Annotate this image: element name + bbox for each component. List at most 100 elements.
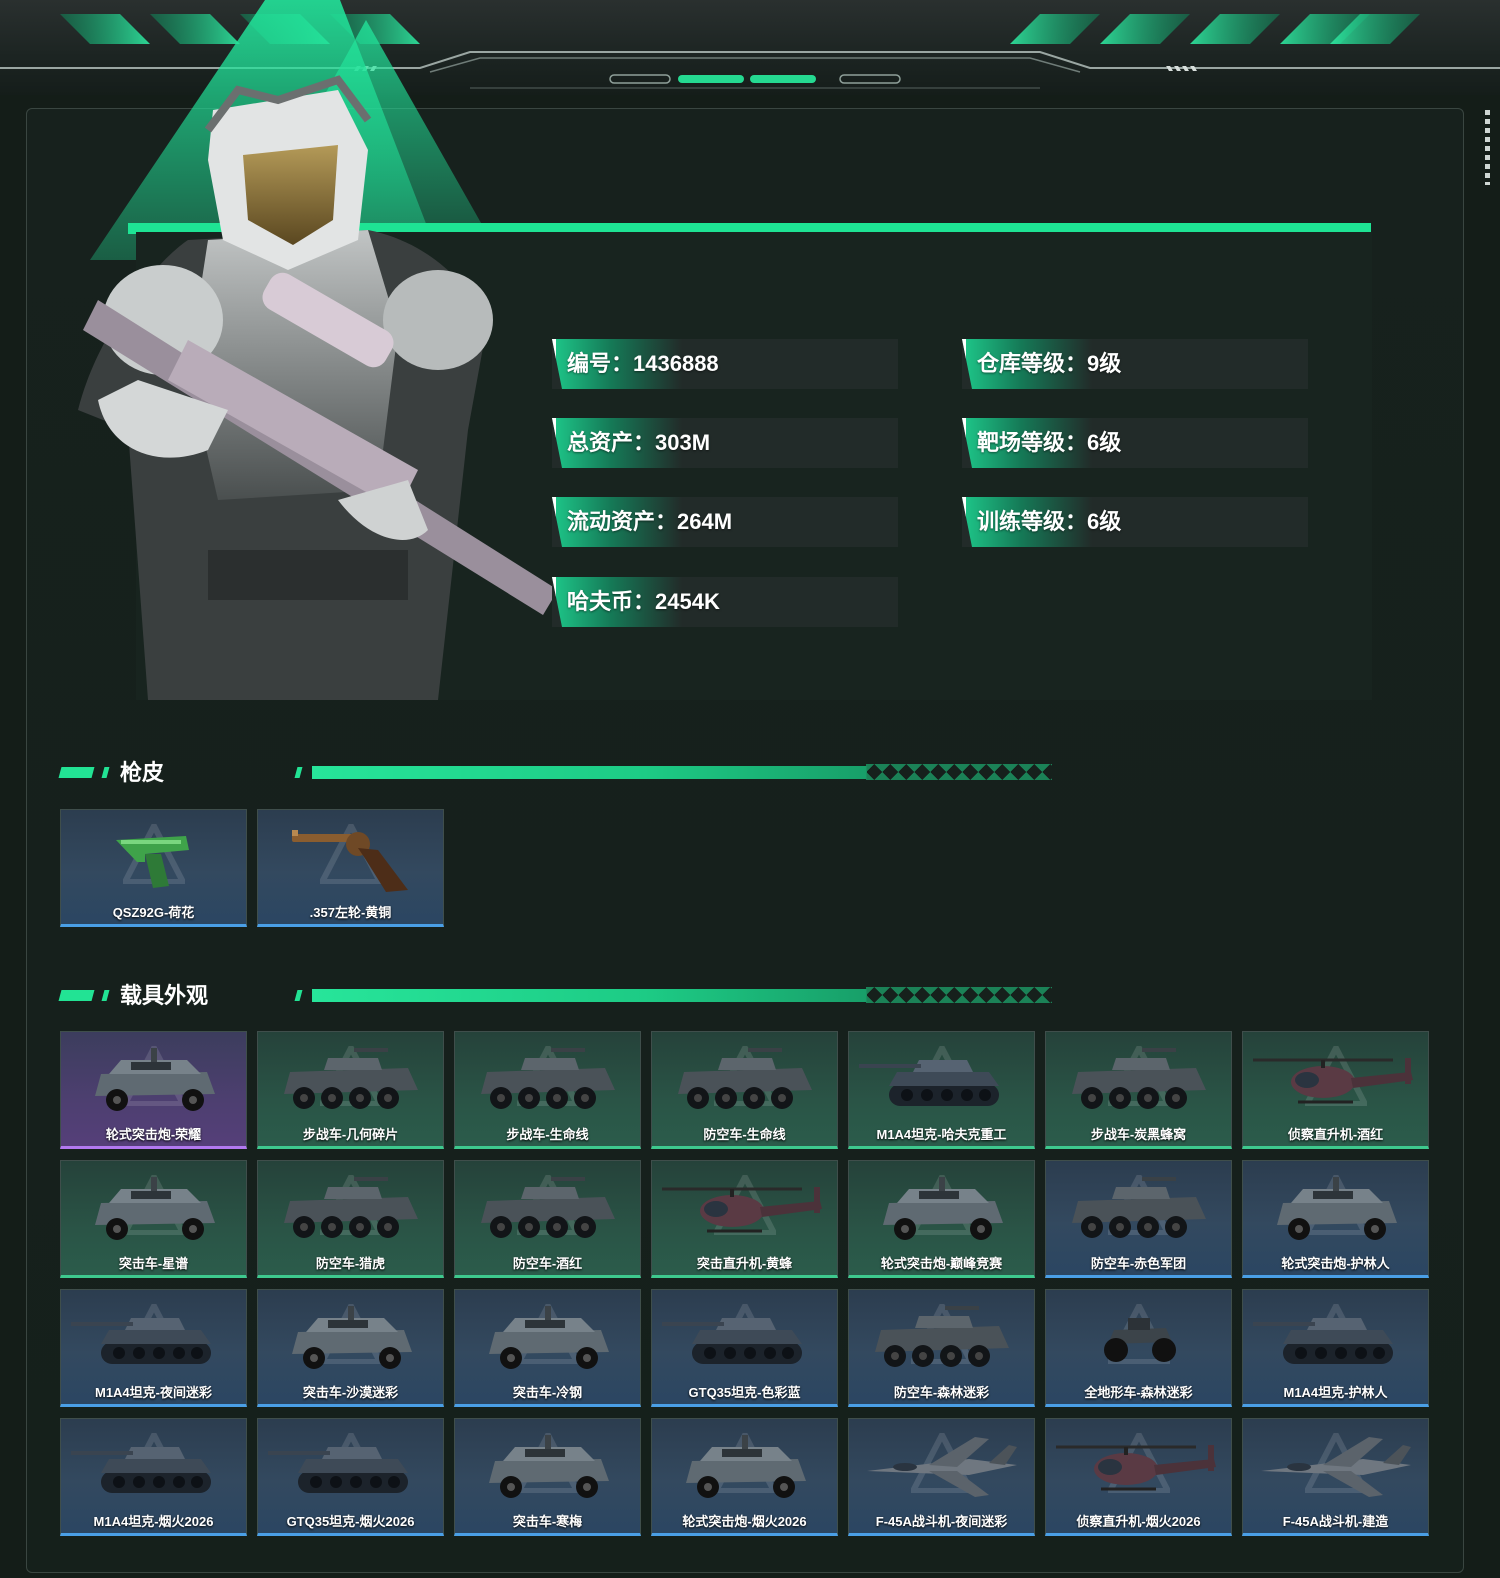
skin-card[interactable]: 防空车-猎虎: [257, 1160, 444, 1278]
header-accent: [294, 767, 303, 778]
stat-label: 流动资产：: [567, 509, 678, 534]
stat-label: 靶场等级：: [977, 430, 1088, 455]
stat-training-level: 训练等级：6级: [962, 497, 1308, 547]
skin-name: 轮式突击炮-护林人: [1281, 1256, 1390, 1271]
header-accent: [294, 990, 303, 1001]
stat-label: 总资产：: [567, 430, 656, 455]
skin-card[interactable]: 侦察直升机-烟火2026: [1045, 1418, 1232, 1536]
skin-name: M1A4坦克-夜间迷彩: [94, 1385, 212, 1400]
skin-name: 突击车-冷钢: [512, 1385, 583, 1400]
skin-name: 轮式突击炮-巅峰竞赛: [880, 1256, 1003, 1271]
skin-card[interactable]: 步战车-生命线: [454, 1031, 641, 1149]
stat-label: 哈夫币：: [567, 589, 656, 614]
tank-icon: [71, 1447, 211, 1493]
skin-card[interactable]: 防空车-酒红: [454, 1160, 641, 1278]
skin-card[interactable]: M1A4坦克-护林人: [1242, 1289, 1429, 1407]
skin-card[interactable]: F-45A战斗机-夜间迷彩: [848, 1418, 1035, 1536]
skin-card[interactable]: 轮式突击炮-荣耀: [60, 1031, 247, 1149]
skin-card[interactable]: 突击直升机-黄蜂: [651, 1160, 838, 1278]
atv-icon: [1104, 1318, 1176, 1362]
revolver-icon: [292, 830, 408, 892]
skin-card[interactable]: 轮式突击炮-巅峰竞赛: [848, 1160, 1035, 1278]
section-title: 枪皮: [120, 760, 165, 785]
skin-name: 突击车-寒梅: [512, 1514, 583, 1529]
skin-name: 步战车-几何碎片: [302, 1127, 399, 1142]
stat-range-level: 靶场等级：6级: [962, 418, 1308, 468]
skin-name: 防空车-猎虎: [315, 1256, 386, 1271]
skin-card[interactable]: 防空车-森林迷彩: [848, 1289, 1035, 1407]
fighter-jet-icon: [1261, 1437, 1411, 1497]
armored-car-icon: [1277, 1177, 1397, 1240]
skin-name: 侦察直升机-酒红: [1287, 1127, 1384, 1142]
armored-car-icon: [489, 1435, 609, 1498]
skin-name: 步战车-炭黑蜂窝: [1090, 1127, 1187, 1142]
helicopter-icon: [1253, 1058, 1413, 1104]
skin-name: 突击车-沙漠迷彩: [302, 1385, 399, 1400]
skin-name: 防空车-生命线: [703, 1127, 786, 1142]
vehicle-skins-header: 载具外观: [58, 981, 1060, 1011]
stat-label: 编号：: [567, 351, 634, 376]
armored-car-icon: [292, 1306, 412, 1369]
stat-label: 训练等级：: [977, 509, 1088, 534]
skin-name: 防空车-森林迷彩: [893, 1385, 990, 1400]
skin-card[interactable]: 轮式突击炮-护林人: [1242, 1160, 1429, 1278]
stat-value: 303M: [655, 430, 711, 455]
pistol-icon: [116, 836, 189, 888]
skin-card[interactable]: 防空车-生命线: [651, 1031, 838, 1149]
skin-name: 突击直升机-黄蜂: [696, 1256, 793, 1271]
skin-name: 防空车-酒红: [512, 1256, 583, 1271]
skin-name: 轮式突击炮-荣耀: [105, 1127, 202, 1142]
skin-card[interactable]: 轮式突击炮-烟火2026: [651, 1418, 838, 1536]
skin-card[interactable]: 突击车-星谱: [60, 1160, 247, 1278]
skin-card[interactable]: M1A4坦克-烟火2026: [60, 1418, 247, 1536]
header-bar: [312, 989, 867, 1002]
stat-value: 2454K: [655, 589, 720, 614]
skin-card[interactable]: F-45A战斗机-建造: [1242, 1418, 1429, 1536]
gun-skins-grid: QSZ92G-荷花 .357左轮-黄铜: [60, 809, 1429, 927]
skin-card[interactable]: 突击车-寒梅: [454, 1418, 641, 1536]
skin-card[interactable]: 全地形车-森林迷彩: [1045, 1289, 1232, 1407]
skin-name: GTQ35坦克-烟火2026: [286, 1514, 415, 1529]
skin-card[interactable]: 突击车-沙漠迷彩: [257, 1289, 444, 1407]
stat-value: 6级: [1087, 509, 1122, 534]
skin-card[interactable]: 步战车-几何碎片: [257, 1031, 444, 1149]
tank-icon: [71, 1318, 211, 1364]
skin-card[interactable]: .357左轮-黄铜: [257, 809, 444, 927]
skin-name: 侦察直升机-烟火2026: [1076, 1514, 1201, 1529]
armored-car-icon: [95, 1048, 215, 1111]
skin-card[interactable]: GTQ35坦克-色彩蓝: [651, 1289, 838, 1407]
skin-name: GTQ35坦克-色彩蓝: [688, 1385, 801, 1400]
skin-card[interactable]: GTQ35坦克-烟火2026: [257, 1418, 444, 1536]
apc-icon: [678, 1048, 812, 1109]
header-accent: [58, 767, 95, 778]
skin-card[interactable]: 侦察直升机-酒红: [1242, 1031, 1429, 1149]
skin-name: 步战车-生命线: [506, 1127, 589, 1142]
apc-icon: [481, 1048, 615, 1109]
skin-name: .357左轮-黄铜: [309, 905, 392, 920]
armored-car-icon: [95, 1177, 215, 1240]
stat-warehouse-level: 仓库等级：9级: [962, 339, 1308, 389]
armored-car-icon: [489, 1306, 609, 1369]
skin-name: 轮式突击炮-烟火2026: [682, 1514, 807, 1529]
tank-icon: [1253, 1318, 1393, 1364]
skin-card[interactable]: QSZ92G-荷花: [60, 809, 247, 927]
stat-value: 9级: [1087, 351, 1122, 376]
skin-card[interactable]: 防空车-赤色军团: [1045, 1160, 1232, 1278]
stat-liquid-assets: 流动资产：264M: [552, 497, 898, 547]
skin-card[interactable]: 突击车-冷钢: [454, 1289, 641, 1407]
armored-car-icon: [883, 1177, 1003, 1240]
skin-name: 全地形车-森林迷彩: [1084, 1385, 1193, 1400]
skin-card[interactable]: M1A4坦克-哈夫克重工: [848, 1031, 1035, 1149]
stat-haf-coin: 哈夫币：2454K: [552, 577, 898, 627]
header-accent: [101, 990, 110, 1001]
stat-label: 仓库等级：: [977, 351, 1088, 376]
section-title: 载具外观: [120, 983, 209, 1008]
header-bar: [312, 766, 867, 779]
skin-card[interactable]: M1A4坦克-夜间迷彩: [60, 1289, 247, 1407]
scroll-indicator[interactable]: [1485, 110, 1490, 185]
apc-icon: [284, 1177, 418, 1238]
skin-card[interactable]: 步战车-炭黑蜂窝: [1045, 1031, 1232, 1149]
skin-name: M1A4坦克-护林人: [1283, 1385, 1388, 1400]
stat-value: 264M: [677, 509, 733, 534]
header-accent: [101, 767, 110, 778]
